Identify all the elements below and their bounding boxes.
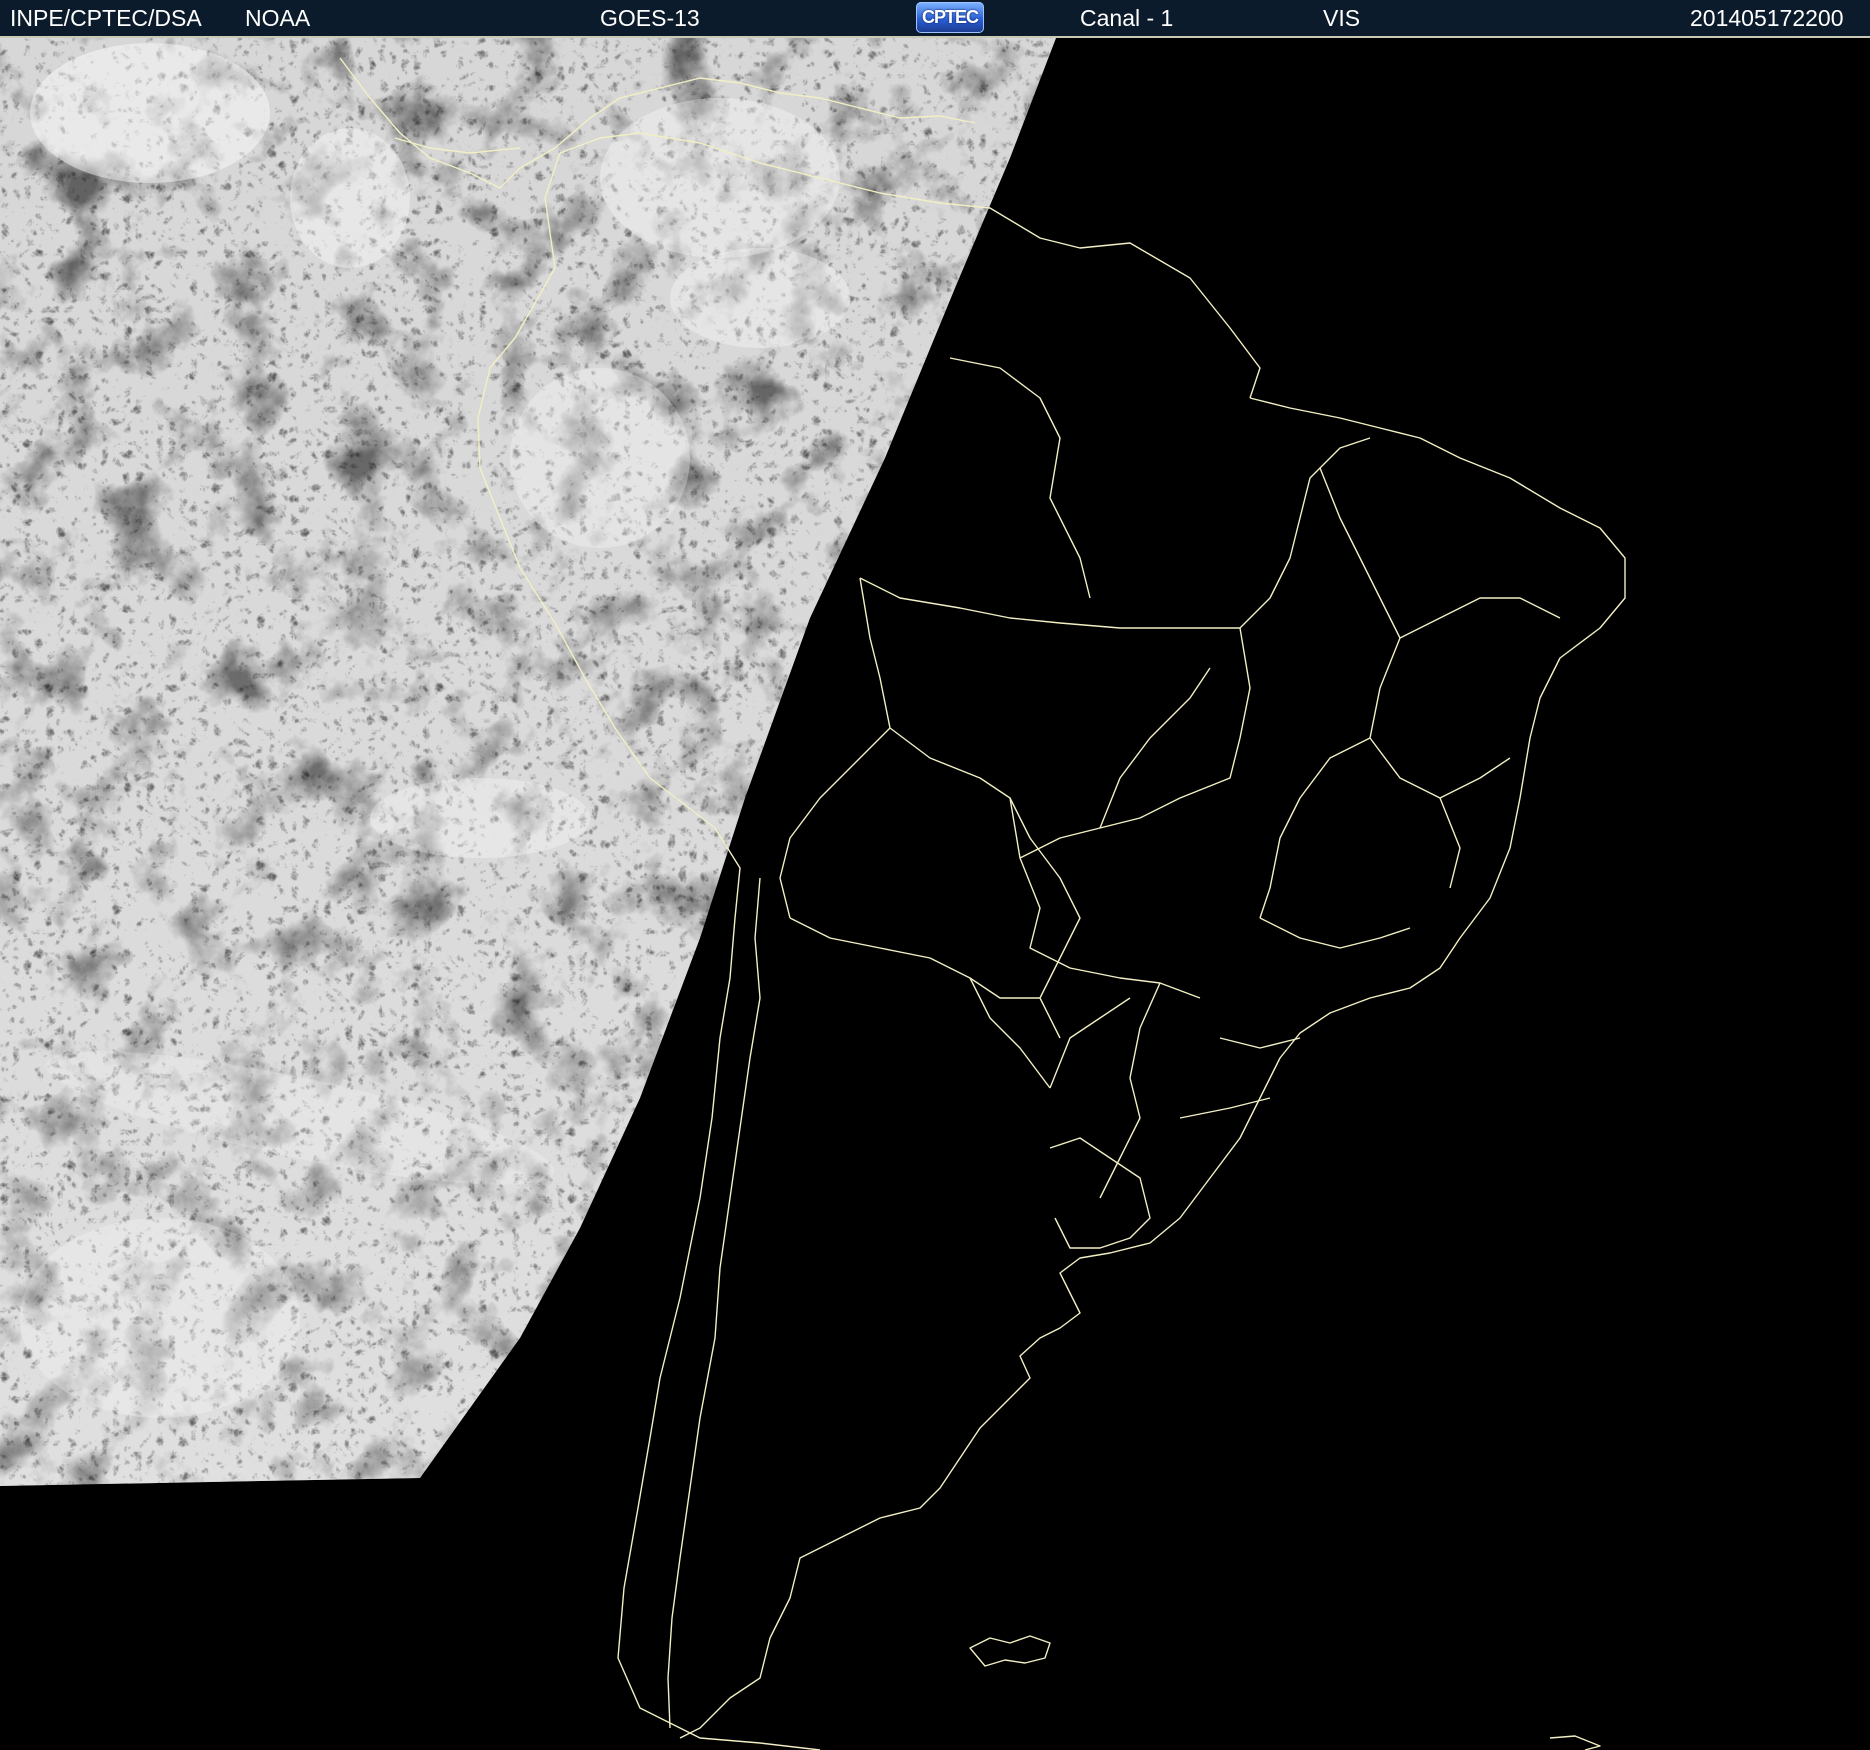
satellite-map-svg — [0, 38, 1626, 1750]
timestamp-label: 201405172200 — [1690, 5, 1844, 31]
source-label: NOAA — [245, 5, 311, 31]
image-header-bar: INPE/CPTEC/DSA NOAA GOES-13 CPTEC Canal … — [0, 0, 1870, 38]
satellite-image — [0, 38, 1870, 1750]
cptec-logo: CPTEC — [916, 2, 984, 33]
agency-label: INPE/CPTEC/DSA — [10, 5, 202, 31]
satellite-label: GOES-13 — [600, 5, 700, 31]
band-label: VIS — [1323, 5, 1361, 31]
channel-label: Canal - 1 — [1080, 5, 1174, 31]
